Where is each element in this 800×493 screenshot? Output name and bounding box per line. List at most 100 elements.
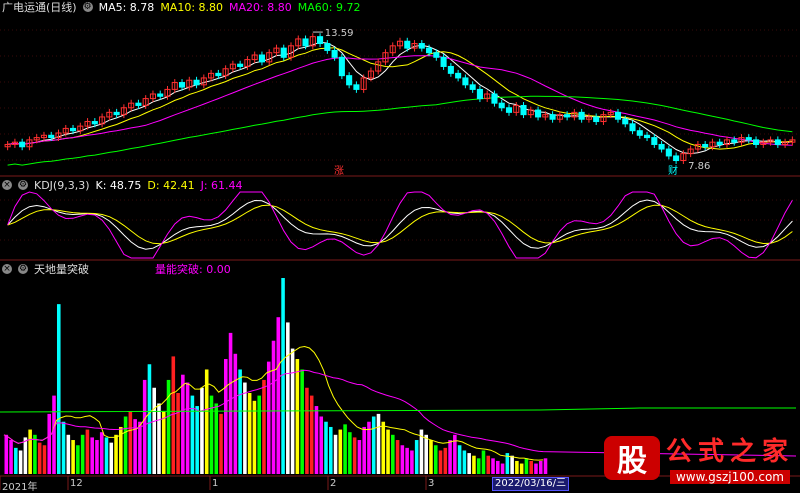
volume-bar [376,413,381,474]
volume-bar [314,406,319,474]
volume-bar [262,379,266,474]
volume-bar [66,434,71,474]
volume-bar [71,440,75,474]
volume-bar [472,455,476,474]
close-icon[interactable]: × [2,180,12,190]
volume-bar [400,445,405,474]
x-tick-label: 3 [428,478,435,489]
volume-bar [114,434,118,474]
volume-bar [305,387,309,474]
volume-bar [157,403,161,474]
candle [673,155,680,162]
volume-bar [510,455,514,474]
volume-bar [9,440,13,474]
volume-bar [18,450,23,474]
candle [629,123,636,132]
volume-bar [410,450,414,474]
volume-bar [23,437,28,474]
volume-bar [252,400,257,474]
watermark-logo: 股 [603,435,660,480]
volume-bar [233,353,238,474]
volume-bar [123,416,128,474]
settings-icon[interactable]: ⚙ [18,180,28,190]
volume-bar [333,434,338,474]
volume-bar [90,437,94,474]
volume-bar [467,453,471,474]
settings-icon[interactable]: ⚙ [18,264,28,274]
candle [91,121,98,125]
x-tick-label: 2021年 [2,482,38,493]
volume-bar [42,445,47,474]
volume-legend: 量能突破: 0.00 [155,261,231,277]
candle [491,93,498,104]
volume-bar [343,424,347,474]
volume-bar [276,317,281,474]
ma-legend: MA5: 8.78 MA10: 8.80 MA20: 8.80 MA60: 9.72 [99,1,361,14]
candle [331,49,338,58]
kdj-k-line [7,199,793,250]
candle [593,116,600,123]
volume-panel-header: × ⚙ 天地量突破 量能突破: 0.00 [0,262,231,276]
volume-bar [95,440,99,474]
volume-bar [496,460,500,474]
volume-bar [448,440,452,474]
candle [346,75,353,86]
main-panel-header: 广电运通(日线) ⚙ MA5: 8.78 MA10: 8.80 MA20: 8.80… [0,0,361,15]
volume-bar [543,458,548,474]
candle [644,134,651,139]
ma5-line [7,41,793,155]
volume-bar [109,442,114,474]
x-tick-label: 2 [330,478,337,489]
volume-bar [171,356,176,474]
volume-bar [286,322,290,474]
volume-bar [200,387,204,474]
close-icon[interactable]: × [2,264,12,274]
volume-bar [247,392,252,474]
candle [193,79,200,86]
volume-bar [348,432,352,474]
volume-bar [37,442,42,474]
ma60-line [7,95,793,166]
legend-ma20: MA20: 8.80 [229,0,292,14]
volume-bar [324,421,328,474]
legend-j: J: 61.44 [200,178,243,192]
x-tick-label: 12 [70,478,83,489]
volume-bar [257,395,261,474]
legend-ma10: MA10: 8.80 [160,0,224,14]
candle [48,134,55,139]
candle [440,56,447,67]
volume-bar [309,395,314,474]
volume-bar [491,458,495,474]
up-tag: 涨 [334,165,344,177]
volume-bar [357,440,362,474]
candle [69,127,77,132]
volume-bar [295,359,300,474]
candle [447,65,454,74]
candle [353,84,360,90]
watermark-url: www.gszj100.com [669,470,790,484]
volume-bar [476,458,481,474]
kdj-panel-header: × ⚙ KDJ(9,3,3) K: 48.75 D: 42.41 J: 61.44 [0,178,243,192]
volume-bar [33,434,37,474]
low-tag: 财 [668,164,678,177]
candle [215,72,222,77]
volume-bar [395,440,400,474]
volume-bar [381,421,386,474]
candle [731,139,738,143]
low-label: 7.86 [688,161,710,172]
volume-bar [300,369,304,474]
candle [745,137,752,141]
volume-bar [152,387,157,474]
candle [280,47,287,58]
volume-bar [443,447,448,474]
volume-bar [195,406,199,474]
volume-bar [271,340,276,474]
volume-bar [519,463,524,474]
volume-bar [238,369,242,474]
candle [498,102,505,109]
volume-bar [386,429,390,474]
kdj-title: KDJ(9,3,3) [34,178,90,192]
settings-icon[interactable]: ⚙ [82,2,93,12]
kdj-legend: K: 48.75 D: 42.41 J: 61.44 [96,179,243,192]
volume-bar [328,426,333,474]
